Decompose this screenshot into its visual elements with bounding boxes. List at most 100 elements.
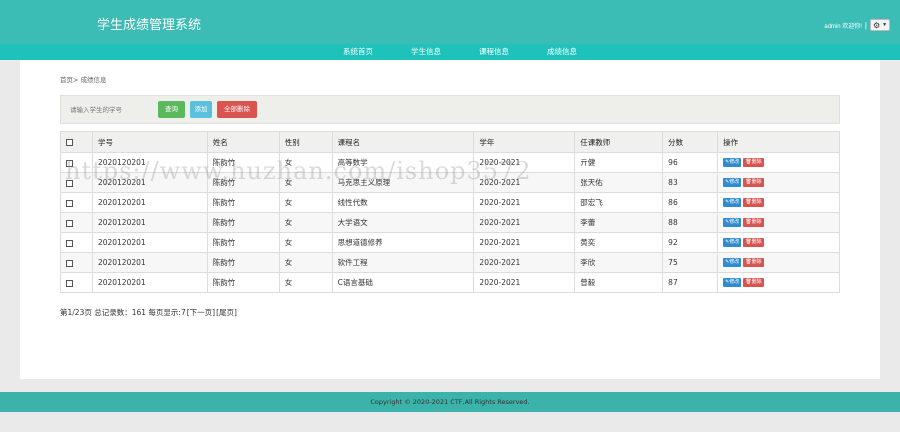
top-header: 学生成绩管理系统 admin 欢迎你! | ⚙ ▼ (0, 0, 900, 44)
last-page-link[interactable]: [尾页] (216, 307, 237, 318)
name-cell: 陈韵竹 (206, 212, 280, 233)
year-cell: 2020-2021 (473, 192, 576, 213)
edit-label: 修改 (729, 199, 740, 206)
score-cell: 83 (662, 172, 719, 193)
score-cell: 86 (662, 192, 719, 213)
name-cell: 陈韵竹 (206, 272, 280, 293)
gender-cell: 女 (278, 272, 333, 293)
delete-button[interactable]: 🗑删除 (743, 158, 764, 168)
content-panel: 首页> 成绩信息 查询 添加 全部删除 学号 姓名 性别 课程名 学年 任课教师… (20, 60, 880, 379)
teacher-cell: 李欣 (574, 252, 664, 273)
year-cell: 2020-2021 (473, 232, 576, 253)
column-header-year: 学年 (473, 131, 576, 153)
edit-button[interactable]: ✎修改 (723, 178, 742, 188)
column-header-teacher: 任课教师 (574, 131, 664, 153)
teacher-cell: 张天佑 (574, 172, 664, 193)
table-row: 2020120201 陈韵竹女思想道德修养 2020-2021 黄奕 92 ✎修改 🗑删除 (60, 232, 840, 253)
footer-copyright: Copyright © 2020-2021 CTF,All Rights Res… (0, 392, 900, 412)
actions-cell: ✎修改 🗑删除 (717, 192, 840, 213)
gender-cell: 女 (278, 212, 333, 233)
actions-cell: ✎修改 🗑删除 (717, 232, 840, 253)
score-cell: 87 (662, 272, 719, 293)
edit-button[interactable]: ✎修改 (723, 278, 742, 288)
row-select-cell (60, 272, 93, 293)
row-checkbox[interactable] (66, 259, 73, 267)
row-select-cell (60, 192, 93, 213)
actions-cell: ✎修改 🗑删除 (717, 152, 840, 173)
gear-icon: ⚙ (872, 20, 881, 30)
welcome-text: admin 欢迎你! (824, 23, 862, 30)
edit-label: 修改 (729, 159, 740, 166)
gender-cell: 女 (278, 252, 333, 273)
nav-item-home[interactable]: 系统首页 (343, 44, 373, 60)
edit-button[interactable]: ✎修改 (723, 218, 742, 228)
delete-button[interactable]: 🗑删除 (743, 198, 764, 208)
delete-label: 删除 (751, 259, 762, 266)
score-cell: 96 (662, 152, 719, 173)
student-id-cell: 2020120201 (91, 212, 208, 233)
name-cell: 陈韵竹 (206, 232, 280, 253)
teacher-cell: 曾毅 (574, 272, 664, 293)
row-checkbox[interactable] (66, 199, 73, 207)
row-select-cell (60, 212, 93, 233)
row-checkbox[interactable] (66, 239, 73, 247)
name-cell: 陈韵竹 (206, 252, 280, 273)
add-button[interactable]: 添加 (190, 101, 212, 118)
student-id-search-input[interactable] (70, 103, 158, 117)
table-row: 2020120201 陈韵竹女大学语文 2020-2021 李蕾 88 ✎修改 🗑删除 (60, 212, 840, 233)
edit-label: 修改 (729, 239, 740, 246)
select-all-checkbox[interactable] (66, 139, 73, 146)
gender-cell: 女 (278, 192, 333, 213)
next-page-link[interactable]: [下一页] (187, 307, 215, 318)
row-select-cell (60, 252, 93, 273)
teacher-cell: 李蕾 (574, 212, 664, 233)
course-cell: 线性代数 (331, 192, 475, 213)
column-header-course: 课程名 (331, 131, 475, 153)
edit-button[interactable]: ✎修改 (723, 158, 742, 168)
student-id-cell: 2020120201 (91, 272, 208, 293)
edit-button[interactable]: ✎修改 (723, 238, 742, 248)
column-header-name: 姓名 (206, 131, 280, 153)
settings-dropdown-button[interactable]: ⚙ ▼ (870, 19, 890, 31)
grades-table: 学号 姓名 性别 课程名 学年 任课教师 分数 操作 2020120201 陈韵竹… (60, 131, 840, 293)
row-checkbox[interactable] (66, 279, 73, 287)
actions-cell: ✎修改 🗑删除 (717, 212, 840, 233)
year-cell: 2020-2021 (473, 212, 576, 233)
delete-label: 删除 (751, 179, 762, 186)
user-area: admin 欢迎你! | ⚙ ▼ (824, 19, 890, 31)
teacher-cell: 邵宏飞 (574, 192, 664, 213)
delete-button[interactable]: 🗑删除 (743, 178, 764, 188)
row-checkbox[interactable] (66, 219, 73, 227)
delete-all-button[interactable]: 全部删除 (217, 101, 257, 118)
column-header-score: 分数 (662, 131, 719, 153)
delete-button[interactable]: 🗑删除 (743, 218, 764, 228)
delete-button[interactable]: 🗑删除 (743, 278, 764, 288)
edit-label: 修改 (729, 279, 740, 286)
actions-cell: ✎修改 🗑删除 (717, 172, 840, 193)
student-id-cell: 2020120201 (91, 232, 208, 253)
table-row: 2020120201 陈韵竹女软件工程 2020-2021 李欣 75 ✎修改 🗑删除 (60, 252, 840, 273)
main-nav: 系统首页 学生信息 课程信息 成绩信息 (0, 44, 900, 60)
search-button[interactable]: 查询 (158, 101, 185, 118)
delete-button[interactable]: 🗑删除 (743, 258, 764, 268)
score-cell: 92 (662, 232, 719, 253)
edit-button[interactable]: ✎修改 (723, 258, 742, 268)
edit-label: 修改 (729, 219, 740, 226)
course-cell: C语言基础 (331, 272, 475, 293)
delete-label: 删除 (751, 219, 762, 226)
delete-button[interactable]: 🗑删除 (743, 238, 764, 248)
table-header-row: 学号 姓名 性别 课程名 学年 任课教师 分数 操作 (60, 131, 840, 153)
breadcrumb: 首页> 成绩信息 (60, 76, 107, 84)
app-title: 学生成绩管理系统 (97, 18, 202, 33)
nav-item-courses[interactable]: 课程信息 (479, 44, 509, 60)
actions-cell: ✎修改 🗑删除 (717, 252, 840, 273)
nav-item-grades[interactable]: 成绩信息 (547, 44, 577, 60)
row-select-cell (60, 232, 93, 253)
course-cell: 大学语文 (331, 212, 475, 233)
column-header-student-id: 学号 (91, 131, 208, 153)
table-row: 2020120201 陈韵竹女 C语言基础 2020-2021 曾毅 87 ✎修改 🗑删除 (60, 272, 840, 293)
watermark: https://www.huzhan.com/ishop3572 (65, 157, 532, 185)
student-id-cell: 2020120201 (91, 192, 208, 213)
nav-item-students[interactable]: 学生信息 (411, 44, 441, 60)
edit-button[interactable]: ✎修改 (723, 198, 742, 208)
